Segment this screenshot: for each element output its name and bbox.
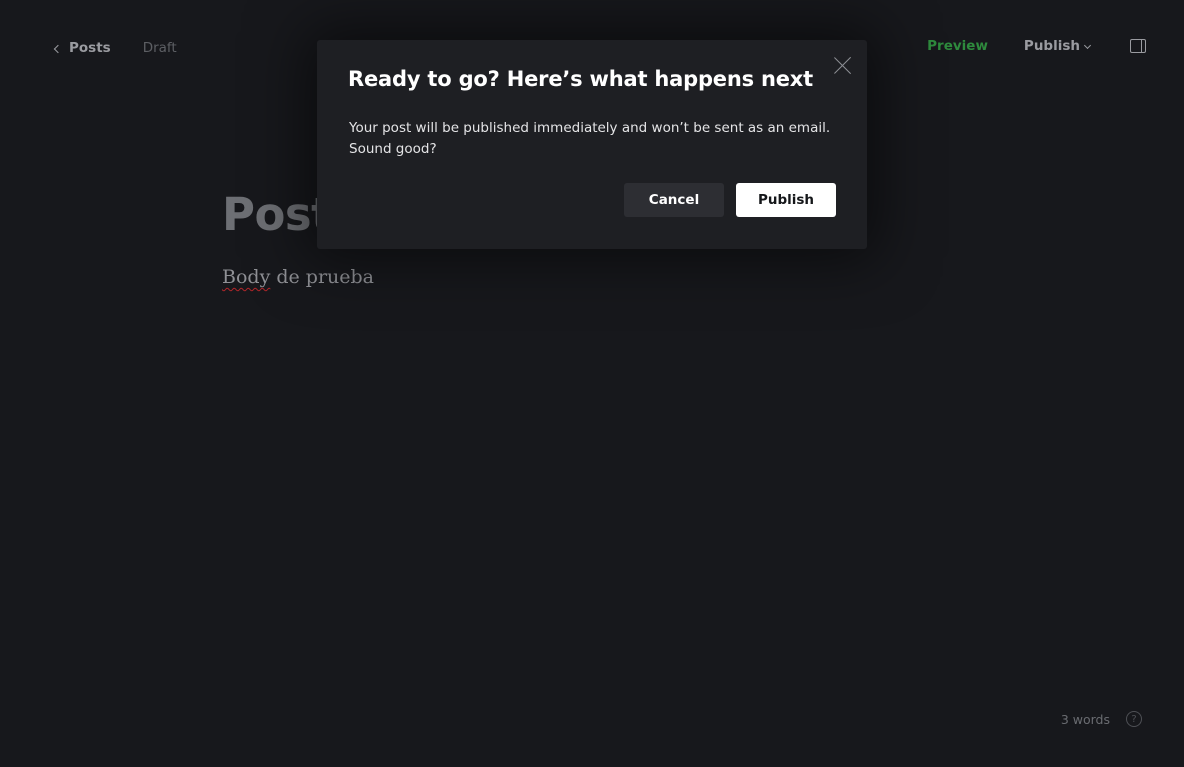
- help-icon[interactable]: ?: [1126, 711, 1142, 727]
- editor-page: Posts Draft Preview Publish Post Body de…: [0, 0, 1184, 767]
- cancel-button[interactable]: Cancel: [624, 183, 724, 217]
- modal-title: Ready to go? Here’s what happens next: [348, 67, 813, 91]
- back-to-posts-link[interactable]: Posts: [53, 40, 111, 56]
- confirm-publish-button[interactable]: Publish: [736, 183, 836, 217]
- modal-actions: Cancel Publish: [624, 183, 836, 217]
- misspelled-word: Body: [222, 266, 271, 288]
- chevron-down-icon: [1083, 41, 1092, 50]
- back-link-label: Posts: [69, 40, 111, 56]
- modal-message-line-1: Your post will be published immediately …: [349, 120, 831, 136]
- topbar-right: Preview Publish: [927, 38, 1146, 54]
- publish-menu-button[interactable]: Publish: [1023, 38, 1092, 54]
- topbar-left: Posts Draft: [53, 40, 177, 56]
- modal-message: Your post will be published immediately …: [349, 118, 839, 160]
- chevron-left-icon: [53, 44, 63, 53]
- sidebar-toggle-icon[interactable]: [1130, 39, 1146, 53]
- post-title[interactable]: Post: [222, 188, 333, 241]
- preview-button[interactable]: Preview: [927, 38, 988, 54]
- post-body[interactable]: Body de prueba: [222, 266, 374, 288]
- publish-confirm-modal: Ready to go? Here’s what happens next Yo…: [317, 40, 867, 249]
- body-text: de prueba: [270, 266, 375, 288]
- help-glyph: ?: [1131, 713, 1137, 725]
- post-status: Draft: [142, 40, 177, 56]
- modal-message-line-2: Sound good?: [349, 141, 437, 157]
- close-icon[interactable]: [833, 55, 853, 75]
- publish-menu-label: Publish: [1023, 38, 1080, 54]
- word-count: 3 words: [1060, 712, 1110, 727]
